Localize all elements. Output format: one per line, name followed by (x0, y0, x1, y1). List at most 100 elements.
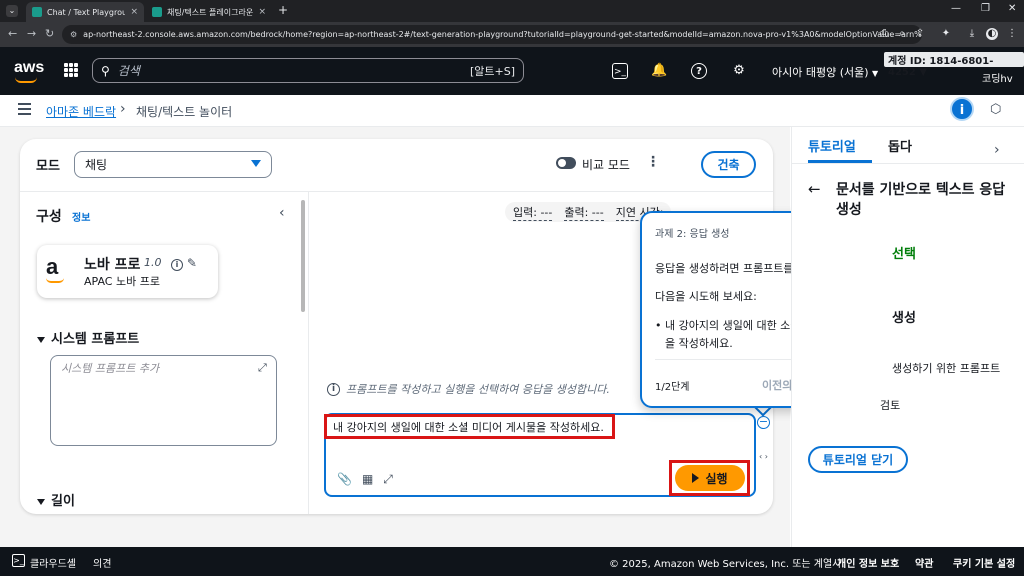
length-section[interactable]: 길이 (37, 490, 75, 509)
user-menu[interactable]: 코딩hv (982, 70, 1013, 85)
tab-search-icon[interactable]: ⌄ (6, 5, 18, 17)
chevron-right-icon[interactable]: › (994, 142, 1000, 158)
caret-down-icon (37, 498, 45, 505)
system-prompt-placeholder: 시스템 프롬프트 추가 (61, 362, 160, 375)
resize-handle-icon[interactable]: ‹ › (759, 452, 768, 461)
terms-link[interactable]: 약관 (915, 555, 933, 570)
site-info-icon[interactable]: ⚙ (70, 30, 77, 39)
expand-icon[interactable]: ⤢ (383, 472, 393, 487)
extensions-icon[interactable]: ✦ (940, 28, 952, 40)
download-icon[interactable]: ⤓ (966, 28, 978, 40)
tab-tutorial[interactable]: 튜토리얼 (808, 136, 856, 155)
prompt-text-highlight[interactable]: 내 강아지의 생일에 대한 소셜 미디어 게시물을 작성하세요. (324, 414, 615, 439)
build-button[interactable]: 건축 (701, 151, 756, 178)
model-name: 노바 프로 (84, 257, 141, 273)
popover-previous-button[interactable]: 이전의 (762, 377, 792, 393)
mode-select[interactable]: 채팅 (74, 151, 272, 178)
popover-try: 다음을 시도해 보세요: (655, 290, 757, 303)
breadcrumb-bedrock-link[interactable]: 아마존 베드락 (46, 103, 116, 120)
notifications-hex-icon[interactable]: ⬡ (990, 102, 1001, 117)
close-tutorial-button[interactable]: 튜토리얼 닫기 (808, 446, 908, 473)
mode-select-value: 채팅 (85, 158, 108, 172)
new-tab-button[interactable]: + (278, 3, 288, 17)
cloudshell-link[interactable]: 클라우드셸 (30, 555, 76, 570)
search-shortcut: [알트+S] (469, 64, 515, 78)
bedrock-favicon-icon (152, 7, 162, 17)
profile-icon[interactable]: ◐ (986, 28, 998, 40)
config-scrollbar[interactable] (301, 200, 305, 312)
chrome-menu-icon[interactable]: ⋮ (1006, 28, 1018, 40)
more-options-icon[interactable]: ⋮ (646, 154, 660, 170)
mode-label: 모드 (36, 159, 60, 174)
settings-gear-icon[interactable]: ⚙ (731, 63, 747, 79)
tab-title: 채팅/텍스트 플레이그라운드 | (167, 7, 254, 17)
system-prompt-input[interactable]: 시스템 프롬프트 추가 (50, 355, 277, 446)
breadcrumb-bar: 아마존 베드락 › 채팅/텍스트 놀이터 (0, 95, 1024, 127)
browser-tab-playground[interactable]: Chat / Text Playground | Ama × (26, 2, 144, 22)
aws-logo[interactable]: aws (14, 59, 44, 83)
model-subtitle: APAC 노바 프로 (84, 275, 160, 288)
services-grid-icon[interactable] (64, 63, 78, 77)
table-icon[interactable]: ▦ (362, 472, 373, 487)
amazon-logo-icon: a (46, 254, 64, 283)
breadcrumb-chevron-icon: › (120, 101, 126, 117)
play-icon (692, 473, 700, 483)
info-panel-icon[interactable]: i (950, 97, 974, 121)
privacy-link[interactable]: 개인 정보 보호 (837, 555, 899, 570)
popover-step-counter: 1/2단계 (655, 382, 690, 393)
zoom-icon[interactable]: ⌕ (896, 28, 908, 40)
back-arrow-icon[interactable]: ← (808, 180, 821, 198)
share-icon[interactable]: ⇪ (914, 28, 926, 40)
reload-icon[interactable]: ↻ (45, 27, 54, 40)
compare-mode-toggle[interactable] (556, 157, 576, 169)
menu-hamburger-icon[interactable] (18, 103, 31, 116)
tutorial-step-prompt: 생성하기 위한 프롬프트 (892, 362, 1001, 375)
cloudshell-icon[interactable]: >_ (12, 554, 25, 567)
back-icon[interactable]: ← (8, 27, 17, 40)
restore-icon[interactable]: ❐ (981, 3, 990, 14)
feedback-link[interactable]: 의견 (93, 555, 111, 570)
search-input[interactable]: ⚲ 검색 [알트+S] (92, 58, 524, 83)
edit-pencil-icon[interactable]: ✎ (187, 256, 197, 270)
expand-icon[interactable]: ⤢ (258, 361, 267, 375)
cloudshell-icon[interactable]: >_ (612, 63, 628, 79)
tab-help[interactable]: 돕다 (888, 136, 912, 155)
translate-icon[interactable]: ⎙ (878, 28, 890, 40)
window-close-icon[interactable]: ✕ (1008, 3, 1016, 14)
help-icon[interactable]: ? (691, 63, 707, 79)
run-button[interactable]: 실행 (675, 465, 745, 491)
tab-close-icon[interactable]: × (130, 7, 138, 17)
popover-header: 과제 2: 응답 생성 (655, 229, 730, 240)
forward-icon[interactable]: → (27, 27, 36, 40)
account-id-badge[interactable]: 계정 ID: 1814-6801-4252 ▼ (884, 52, 1024, 78)
prompt-hint: i 프롬프트를 작성하고 실행을 선택하여 응답을 생성합니다. (327, 381, 610, 397)
region-selector[interactable]: 아시아 태평양 (서울) ▼ (772, 64, 878, 80)
search-placeholder: 검색 (117, 64, 140, 78)
system-prompt-section[interactable]: 시스템 프롬프트 (37, 328, 139, 347)
toolbar-divider (20, 191, 773, 192)
metric-output: 출력: --- (564, 205, 604, 221)
notifications-bell-icon[interactable]: 🔔 (651, 63, 667, 79)
config-info-link[interactable]: 정보 (72, 209, 90, 224)
search-icon: ⚲ (101, 63, 110, 78)
info-icon[interactable]: i (171, 259, 183, 271)
active-tab-indicator (808, 160, 872, 163)
browser-tab-bar: ⌄ Chat / Text Playground | Ama × 채팅/텍스트 … (0, 0, 1024, 22)
cookie-preferences-link[interactable]: 쿠키 기본 설정 (953, 555, 1015, 570)
caret-down-icon (37, 336, 45, 343)
caret-down-icon (251, 160, 261, 167)
collapse-minus-icon[interactable]: − (757, 416, 770, 429)
model-card[interactable]: a 노바 프로 1.0 i ✎ APAC 노바 프로 (37, 245, 218, 298)
tutorial-step-review: 검토 (880, 399, 901, 412)
minimize-icon[interactable]: — (951, 3, 961, 14)
prompt-tools: 📎 ▦ ⤢ (337, 472, 393, 487)
attach-paperclip-icon[interactable]: 📎 (337, 472, 352, 487)
tab-close-icon[interactable]: × (258, 7, 266, 17)
column-divider (308, 192, 309, 514)
browser-tab-playground-ko[interactable]: 채팅/텍스트 플레이그라운드 | × (146, 2, 272, 22)
aws-top-nav: aws ⚲ 검색 [알트+S] >_ 🔔 ? ⚙ 아시아 태평양 (서울) ▼ (0, 47, 1024, 95)
collapse-chevron-icon[interactable]: ‹ (279, 205, 285, 221)
compare-mode-label: 비교 모드 (582, 158, 630, 172)
url-field[interactable]: ⚙ ap-northeast-2.console.aws.amazon.com/… (62, 25, 922, 44)
tab-divider (791, 163, 1024, 164)
